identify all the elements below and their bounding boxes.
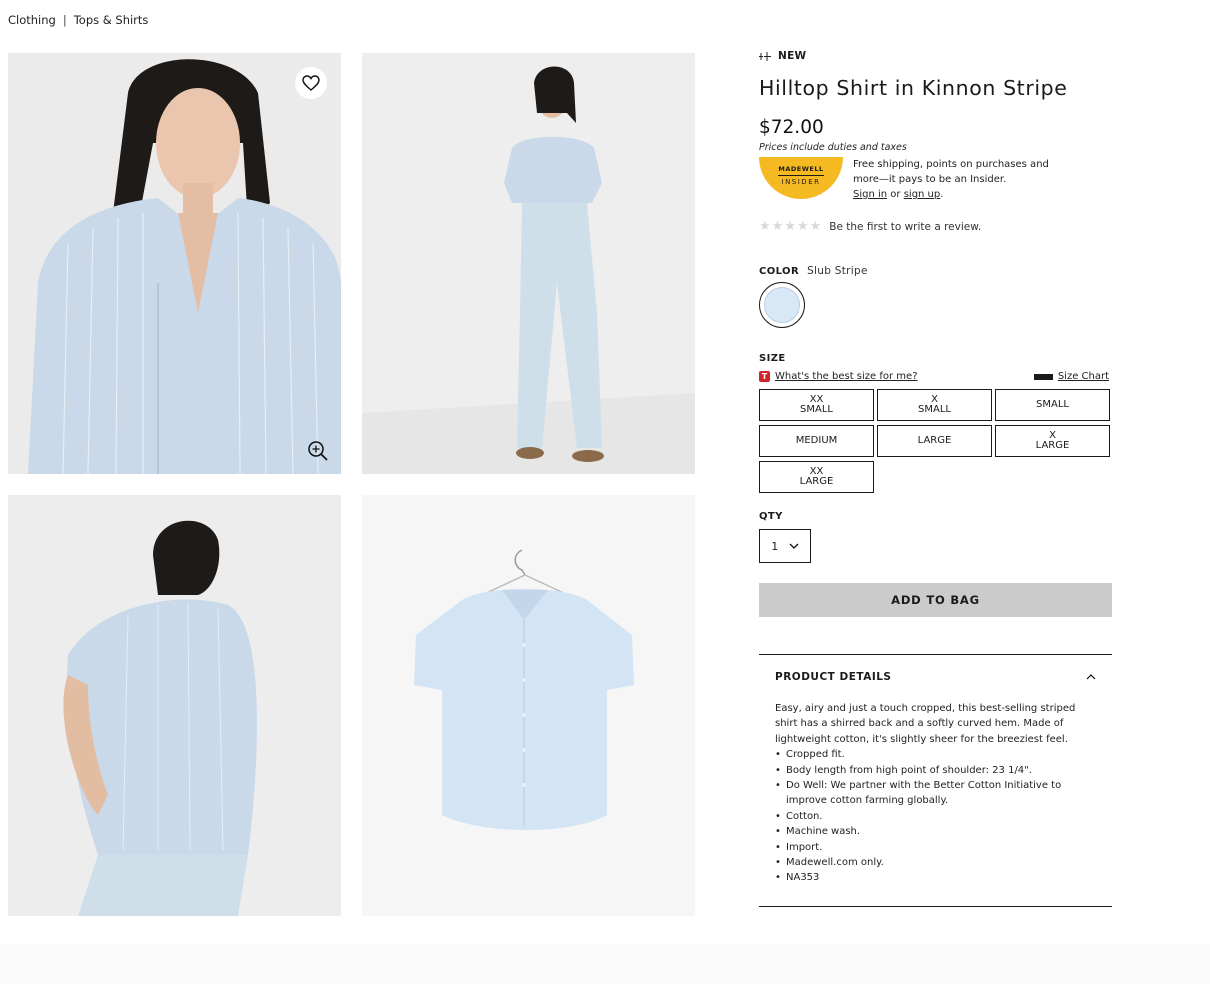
breadcrumb-clothing[interactable]: Clothing — [8, 13, 56, 27]
breadcrumb-separator: | — [62, 13, 67, 27]
insider-message: Free shipping, points on purchases and m… — [853, 159, 1049, 185]
sparkle-icon — [759, 51, 771, 61]
product-photo-hanger — [362, 495, 695, 916]
product-image-back[interactable] — [8, 495, 341, 916]
color-name: Slub Stripe — [807, 265, 868, 277]
heart-icon — [302, 75, 320, 91]
product-title: Hilltop Shirt in Kinnon Stripe — [759, 76, 1068, 100]
size-option-large[interactable]: LARGE — [877, 425, 992, 457]
write-review-link[interactable]: Be the first to write a review. — [829, 221, 981, 233]
chevron-down-icon — [789, 543, 799, 549]
color-swatch-slub-stripe[interactable] — [759, 282, 805, 328]
ruler-icon — [1033, 373, 1053, 380]
price-note: Prices include duties and taxes — [759, 142, 907, 153]
zoom-button[interactable] — [305, 438, 331, 464]
sign-in-link[interactable]: Sign in — [853, 189, 887, 200]
size-options: XX SMALL X SMALL SMALL MEDIUM LARGE X LA… — [759, 389, 1112, 493]
size-label: SIZE — [759, 353, 786, 364]
insider-text: Free shipping, points on purchases and m… — [853, 157, 1063, 202]
product-details-body: Easy, airy and just a touch cropped, thi… — [775, 701, 1096, 886]
true-fit-icon: T — [759, 371, 770, 382]
size-option-xx-small[interactable]: XX SMALL — [759, 389, 874, 421]
fit-help-link[interactable]: What's the best size for me? — [775, 371, 918, 382]
product-photo-full-length — [362, 53, 695, 474]
page-footer-band — [0, 944, 1210, 984]
list-item: Cropped fit. — [775, 747, 1096, 763]
insider-or: or — [887, 189, 904, 200]
breadcrumb-tops-shirts[interactable]: Tops & Shirts — [74, 13, 149, 27]
fit-help: T What's the best size for me? — [759, 371, 918, 382]
size-option-x-large[interactable]: X LARGE — [995, 425, 1110, 457]
list-item: Cotton. — [775, 809, 1096, 825]
qty-value: 1 — [771, 539, 779, 553]
list-item: Import. — [775, 840, 1096, 856]
star-icon: ★ — [771, 219, 784, 234]
insider-logo-line1: MADEWELL — [778, 165, 824, 176]
product-details-section: PRODUCT DETAILS Easy, airy and just a to… — [759, 654, 1112, 907]
product-image-front[interactable] — [8, 53, 341, 474]
star-icon: ★ — [809, 219, 822, 234]
new-badge-label: NEW — [778, 50, 807, 62]
star-icon: ★ — [784, 219, 796, 234]
insider-period: . — [940, 189, 944, 200]
product-info-panel: NEW Hilltop Shirt in Kinnon Stripe $72.0… — [759, 50, 1112, 907]
qty-label: QTY — [759, 511, 783, 522]
star-icon: ★ — [796, 219, 809, 234]
color-label: COLOR — [759, 266, 800, 277]
size-chart: Size Chart — [1033, 371, 1109, 382]
list-item: Do Well: We partner with the Better Cott… — [775, 778, 1096, 809]
list-item: Madewell.com only. — [775, 855, 1096, 871]
product-image-full-length[interactable] — [362, 53, 695, 474]
wishlist-button[interactable] — [295, 67, 327, 99]
product-details-header[interactable]: PRODUCT DETAILS — [775, 671, 1096, 683]
new-badge: NEW — [759, 50, 1112, 62]
size-chart-link[interactable]: Size Chart — [1058, 371, 1109, 382]
product-photo-front — [8, 53, 341, 474]
size-option-x-small[interactable]: X SMALL — [877, 389, 992, 421]
product-image-hanger[interactable] — [362, 495, 695, 916]
product-details-title: PRODUCT DETAILS — [775, 671, 892, 683]
madewell-insider-logo: MADEWELL INSIDER — [759, 157, 843, 199]
sign-up-link[interactable]: sign up — [904, 189, 941, 200]
product-details-list: Cropped fit. Body length from high point… — [775, 747, 1096, 886]
size-help-row: T What's the best size for me? Size Char… — [759, 371, 1109, 382]
size-option-small[interactable]: SMALL — [995, 389, 1110, 421]
color-row: COLOR Slub Stripe — [759, 265, 1112, 277]
breadcrumb: Clothing | Tops & Shirts — [8, 13, 148, 27]
swatch-fill — [764, 287, 800, 323]
product-price: $72.00 — [759, 117, 824, 138]
product-description: Easy, airy and just a touch cropped, thi… — [775, 703, 1076, 745]
star-icon: ★ — [759, 219, 771, 234]
product-photo-back — [8, 495, 341, 916]
qty-select[interactable]: 1 — [759, 529, 811, 563]
insider-logo-line2: INSIDER — [781, 178, 821, 186]
list-item: Machine wash. — [775, 824, 1096, 840]
size-option-medium[interactable]: MEDIUM — [759, 425, 874, 457]
reviews-row: ★ ★ ★ ★ ★ Be the first to write a review… — [759, 219, 1112, 234]
zoom-in-icon — [308, 441, 328, 461]
chevron-up-icon[interactable] — [1086, 674, 1096, 680]
rating-stars: ★ ★ ★ ★ ★ — [759, 219, 821, 234]
list-item: Body length from high point of shoulder:… — [775, 763, 1096, 779]
list-item: NA353 — [775, 870, 1096, 886]
size-option-xx-large[interactable]: XX LARGE — [759, 461, 874, 493]
add-to-bag-button[interactable]: ADD TO BAG — [759, 583, 1112, 617]
insider-promo: MADEWELL INSIDER Free shipping, points o… — [759, 157, 1112, 202]
